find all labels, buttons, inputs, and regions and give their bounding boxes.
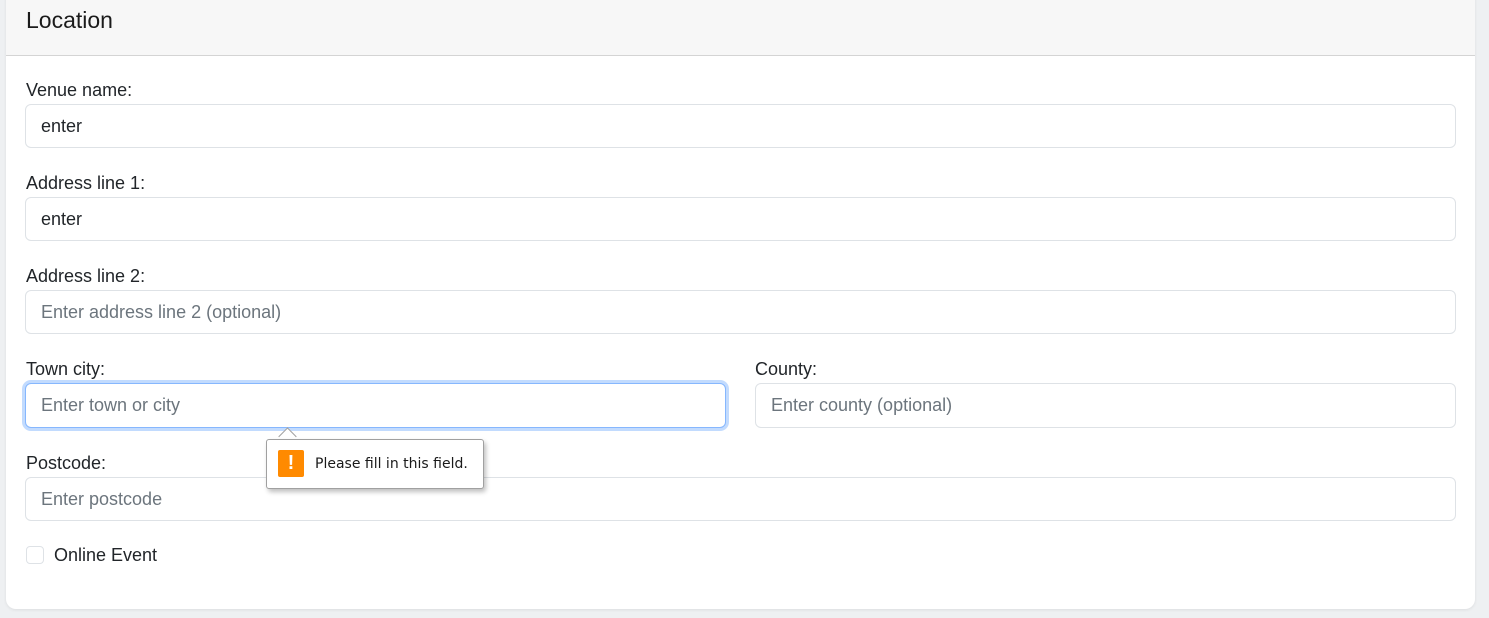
validation-message: Please fill in this field. bbox=[315, 456, 468, 472]
county-input[interactable] bbox=[755, 383, 1456, 428]
address-line-2-label: Address line 2: bbox=[26, 266, 146, 286]
postcode-label: Postcode: bbox=[26, 453, 107, 473]
county-label: County: bbox=[755, 359, 818, 379]
location-card: Location Venue name: Address line 1: Add… bbox=[6, 0, 1475, 609]
town-city-label: Town city: bbox=[26, 359, 106, 379]
venue-name-label: Venue name: bbox=[26, 80, 133, 100]
address-line-2-input[interactable] bbox=[25, 290, 1456, 334]
address-line-1-label: Address line 1: bbox=[26, 173, 146, 193]
venue-name-input[interactable] bbox=[25, 104, 1456, 148]
warning-exclamation-icon: ! bbox=[278, 450, 304, 477]
address-line-1-input[interactable] bbox=[25, 197, 1456, 241]
card-title: Location bbox=[26, 7, 113, 33]
town-city-input[interactable] bbox=[25, 383, 726, 428]
card-header: Location bbox=[6, 0, 1475, 56]
online-event-checkbox[interactable] bbox=[26, 546, 44, 564]
online-event-label[interactable]: Online Event bbox=[54, 545, 157, 566]
validation-tooltip: ! Please fill in this field. bbox=[266, 439, 484, 489]
postcode-input[interactable] bbox=[25, 477, 1456, 521]
